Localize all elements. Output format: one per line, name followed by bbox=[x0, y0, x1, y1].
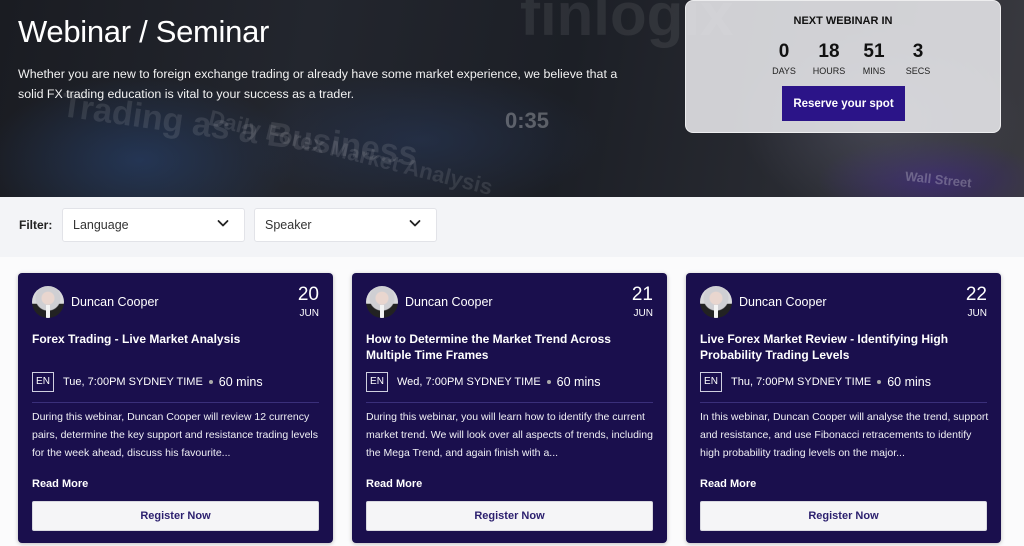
hero-bg-text-timer: 0:35 bbox=[505, 108, 550, 133]
webinar-card: Duncan Cooper 21 JUN How to Determine th… bbox=[352, 273, 667, 543]
countdown-days: 0 DAYS bbox=[762, 41, 806, 76]
webinar-title: Forex Trading - Live Market Analysis bbox=[32, 332, 241, 346]
speaker-select[interactable]: Speaker bbox=[254, 208, 437, 242]
countdown-mins: 51 MINS bbox=[852, 41, 896, 76]
register-now-button[interactable]: Register Now bbox=[700, 501, 987, 531]
dot-separator-icon bbox=[208, 380, 213, 384]
webinar-description: In this webinar, Duncan Cooper will anal… bbox=[700, 411, 989, 459]
date-day: 21 bbox=[631, 284, 653, 305]
divider bbox=[32, 402, 319, 403]
date-month: JUN bbox=[967, 308, 987, 319]
webinar-time: Wed, 7:00PM SYDNEY TIME bbox=[397, 376, 541, 388]
webinar-time: Thu, 7:00PM SYDNEY TIME bbox=[731, 376, 872, 388]
countdown-secs: 3 SECS bbox=[896, 41, 940, 76]
hero-bg-text-wallstreet: Wall Street bbox=[904, 168, 973, 191]
webinar-meta: EN Tue, 7:00PM SYDNEY TIME 60 mins bbox=[32, 372, 263, 392]
divider bbox=[366, 402, 653, 403]
webinar-meta: EN Wed, 7:00PM SYDNEY TIME 60 mins bbox=[366, 372, 600, 392]
speaker-name: Duncan Cooper bbox=[71, 295, 159, 309]
filter-bar: Filter: Language Speaker bbox=[0, 197, 1024, 257]
speaker-name: Duncan Cooper bbox=[739, 295, 827, 309]
dot-separator-icon bbox=[877, 380, 882, 384]
dot-separator-icon bbox=[546, 380, 551, 384]
webinar-description: During this webinar, Duncan Cooper will … bbox=[32, 411, 318, 459]
countdown-mins-label: MINS bbox=[862, 66, 886, 76]
read-more-link[interactable]: Read More bbox=[366, 478, 422, 490]
countdown-mins-value: 51 bbox=[863, 41, 885, 62]
language-select-value: Language bbox=[73, 218, 129, 232]
webinar-meta: EN Thu, 7:00PM SYDNEY TIME 60 mins bbox=[700, 372, 931, 392]
read-more-link[interactable]: Read More bbox=[32, 478, 88, 490]
countdown-hours-value: 18 bbox=[818, 41, 840, 62]
date-day: 22 bbox=[965, 284, 987, 305]
divider bbox=[700, 402, 987, 403]
webinar-title: Live Forex Market Review - Identifying H… bbox=[700, 332, 949, 362]
hero-description: Whether you are new to foreign exchange … bbox=[18, 67, 618, 101]
date-month: JUN bbox=[299, 308, 319, 319]
speaker-avatar bbox=[700, 286, 732, 318]
webinar-card: Duncan Cooper 22 JUN Live Forex Market R… bbox=[686, 273, 1001, 543]
chevron-down-icon bbox=[409, 220, 421, 227]
filter-label: Filter: bbox=[19, 218, 53, 232]
hero-bg-text-analysis: Daily Forex Market Analysis bbox=[206, 105, 496, 197]
language-badge: EN bbox=[366, 372, 388, 392]
reserve-spot-button[interactable]: Reserve your spot bbox=[782, 86, 905, 121]
webinar-time: Tue, 7:00PM SYDNEY TIME bbox=[63, 376, 203, 388]
webinar-duration: 60 mins bbox=[556, 375, 601, 389]
countdown-secs-value: 3 bbox=[912, 41, 924, 62]
webinar-duration: 60 mins bbox=[218, 375, 263, 389]
speaker-name: Duncan Cooper bbox=[405, 295, 493, 309]
language-badge: EN bbox=[32, 372, 54, 392]
countdown-panel: NEXT WEBINAR IN 0 DAYS 18 HOURS 51 MINS … bbox=[685, 0, 1001, 133]
countdown-days-label: DAYS bbox=[772, 66, 796, 76]
speaker-avatar bbox=[32, 286, 64, 318]
countdown-title: NEXT WEBINAR IN bbox=[793, 15, 893, 27]
chevron-down-icon bbox=[217, 220, 229, 227]
language-select[interactable]: Language bbox=[62, 208, 245, 242]
webinar-title: How to Determine the Market Trend Across… bbox=[366, 332, 611, 362]
countdown-secs-label: SECS bbox=[905, 66, 931, 76]
page-title: Webinar / Seminar bbox=[18, 14, 270, 49]
hero-banner: finlogix Trading as a Business Daily For… bbox=[0, 0, 1024, 197]
webinar-duration: 60 mins bbox=[887, 375, 931, 389]
date-month: JUN bbox=[633, 308, 653, 319]
register-now-button[interactable]: Register Now bbox=[366, 501, 653, 531]
webinar-card: Duncan Cooper 20 JUN Forex Trading - Liv… bbox=[18, 273, 333, 543]
date-day: 20 bbox=[297, 284, 319, 305]
countdown-days-value: 0 bbox=[778, 41, 790, 62]
countdown-units: 0 DAYS 18 HOURS 51 MINS 3 SECS bbox=[762, 41, 940, 76]
countdown-hours-label: HOURS bbox=[812, 66, 846, 76]
countdown-hours: 18 HOURS bbox=[806, 41, 852, 76]
speaker-avatar bbox=[366, 286, 398, 318]
read-more-link[interactable]: Read More bbox=[700, 478, 756, 490]
register-now-button[interactable]: Register Now bbox=[32, 501, 319, 531]
speaker-select-value: Speaker bbox=[265, 218, 312, 232]
webinar-description: During this webinar, you will learn how … bbox=[366, 411, 653, 459]
language-badge: EN bbox=[700, 372, 722, 392]
